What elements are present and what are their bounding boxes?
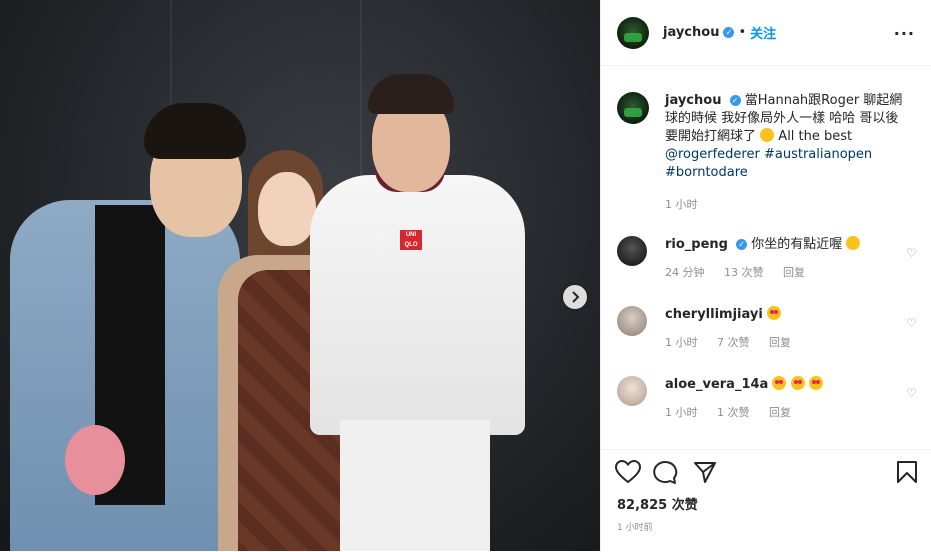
post-photo[interactable]: UNI QLO (0, 0, 600, 551)
verified-icon: ✓ (729, 95, 741, 106)
comment-heart-icon[interactable]: ♡ (906, 386, 917, 400)
comment-time[interactable]: 1 小时 (665, 336, 698, 349)
comment-likes[interactable]: 1 次赞 (717, 406, 750, 419)
heart-eyes-emoji-icon (790, 376, 805, 390)
reply-button[interactable]: 回复 (769, 336, 791, 349)
chevron-right-icon (572, 291, 580, 303)
grin-emoji-icon (760, 128, 775, 142)
post-side-panel: jaychou ✓ • 关注 ··· jaychou ✓ 當Hannah跟Rog… (600, 0, 931, 551)
comment-heart-icon[interactable]: ♡ (906, 316, 917, 330)
follow-button[interactable]: 关注 (750, 23, 776, 42)
post-actions: 82,825 次赞 1 小时前 (601, 449, 931, 552)
comment-heart-icon[interactable]: ♡ (906, 246, 917, 260)
face-hannah (258, 172, 316, 246)
hashtag-link[interactable]: #australianopen (764, 147, 872, 162)
heart-eyes-emoji-icon (766, 306, 781, 320)
instagram-post-view: UNI QLO jaychou ✓ • 关注 ··· jaychou ✓ 當Ha… (0, 0, 931, 551)
bookmark-icon[interactable] (896, 460, 918, 484)
avatar[interactable] (617, 16, 649, 49)
caption-body: jaychou ✓ 當Hannah跟Roger 聊起網球的時候 我好像局外人一樣… (665, 92, 910, 214)
comment-icon[interactable] (653, 460, 679, 484)
like-count[interactable]: 82,825 次赞 (617, 494, 698, 513)
comment-time[interactable]: 24 分钟 (665, 266, 705, 279)
comment-username[interactable]: rio_peng (665, 237, 728, 252)
more-icon[interactable]: ··· (894, 24, 915, 43)
hair-roger (368, 74, 454, 114)
comment-body: rio_peng ✓ 你坐的有點近喔 24 分钟 13 次赞 回复 (665, 236, 861, 282)
uniqlo-logo: UNI QLO (400, 230, 422, 250)
comment-meta: 24 分钟 13 次赞 回复 (665, 264, 860, 282)
comment-time[interactable]: 1 小时 (665, 406, 698, 419)
reply-button[interactable]: 回复 (769, 406, 791, 419)
avatar[interactable] (617, 306, 647, 336)
reply-button[interactable]: 回复 (783, 266, 805, 279)
avatar[interactable] (617, 92, 649, 124)
avatar[interactable] (617, 376, 647, 406)
smirk-emoji-icon (846, 236, 861, 250)
post-caption: jaychou ✓ 當Hannah跟Roger 聊起網球的時候 我好像局外人一樣… (617, 92, 917, 214)
person-roger: UNI QLO (310, 70, 525, 551)
comment-meta: 1 小时 1 次赞 回复 (665, 404, 823, 422)
hashtag-link[interactable]: #borntodare (665, 165, 748, 180)
verified-icon: ✓ (723, 27, 735, 38)
verified-icon: ✓ (736, 239, 748, 250)
separator-dot: • (738, 25, 747, 40)
next-photo-button[interactable] (563, 285, 587, 309)
heart-eyes-emoji-icon (772, 376, 787, 390)
heart-icon[interactable] (615, 460, 641, 484)
white-pants (340, 420, 490, 551)
comment-username[interactable]: cheryllimjiayi (665, 307, 763, 322)
header-username[interactable]: jaychou (663, 25, 719, 40)
comment-item: aloe_vera_14a 1 小时 1 次赞 回复 ♡ (617, 376, 917, 422)
mention-link[interactable]: @rogerfederer (665, 147, 760, 162)
person-jay (10, 95, 246, 551)
caption-tail: All the best (778, 129, 853, 144)
shirt-print (65, 425, 125, 495)
heart-eyes-emoji-icon (808, 376, 823, 390)
comment-body: cheryllimjiayi 1 小时 7 次赞 回复 (665, 306, 807, 352)
comment-likes[interactable]: 13 次赞 (724, 266, 764, 279)
avatar[interactable] (617, 236, 647, 266)
comment-meta: 1 小时 7 次赞 回复 (665, 334, 807, 352)
share-icon[interactable] (693, 460, 717, 484)
comment-likes[interactable]: 7 次赞 (717, 336, 750, 349)
comment-item: rio_peng ✓ 你坐的有點近喔 24 分钟 13 次赞 回复 ♡ (617, 236, 917, 282)
post-time[interactable]: 1 小时前 (617, 520, 653, 533)
comment-username[interactable]: aloe_vera_14a (665, 377, 768, 392)
post-header: jaychou ✓ • 关注 ··· (601, 0, 931, 66)
caption-time[interactable]: 1 小时 (665, 196, 910, 214)
comment-item: cheryllimjiayi 1 小时 7 次赞 回复 ♡ (617, 306, 917, 352)
caption-username[interactable]: jaychou (665, 93, 721, 108)
white-track-jacket (310, 175, 525, 435)
comment-text: 你坐的有點近喔 (751, 237, 843, 252)
comment-body: aloe_vera_14a 1 小时 1 次赞 回复 (665, 376, 823, 422)
